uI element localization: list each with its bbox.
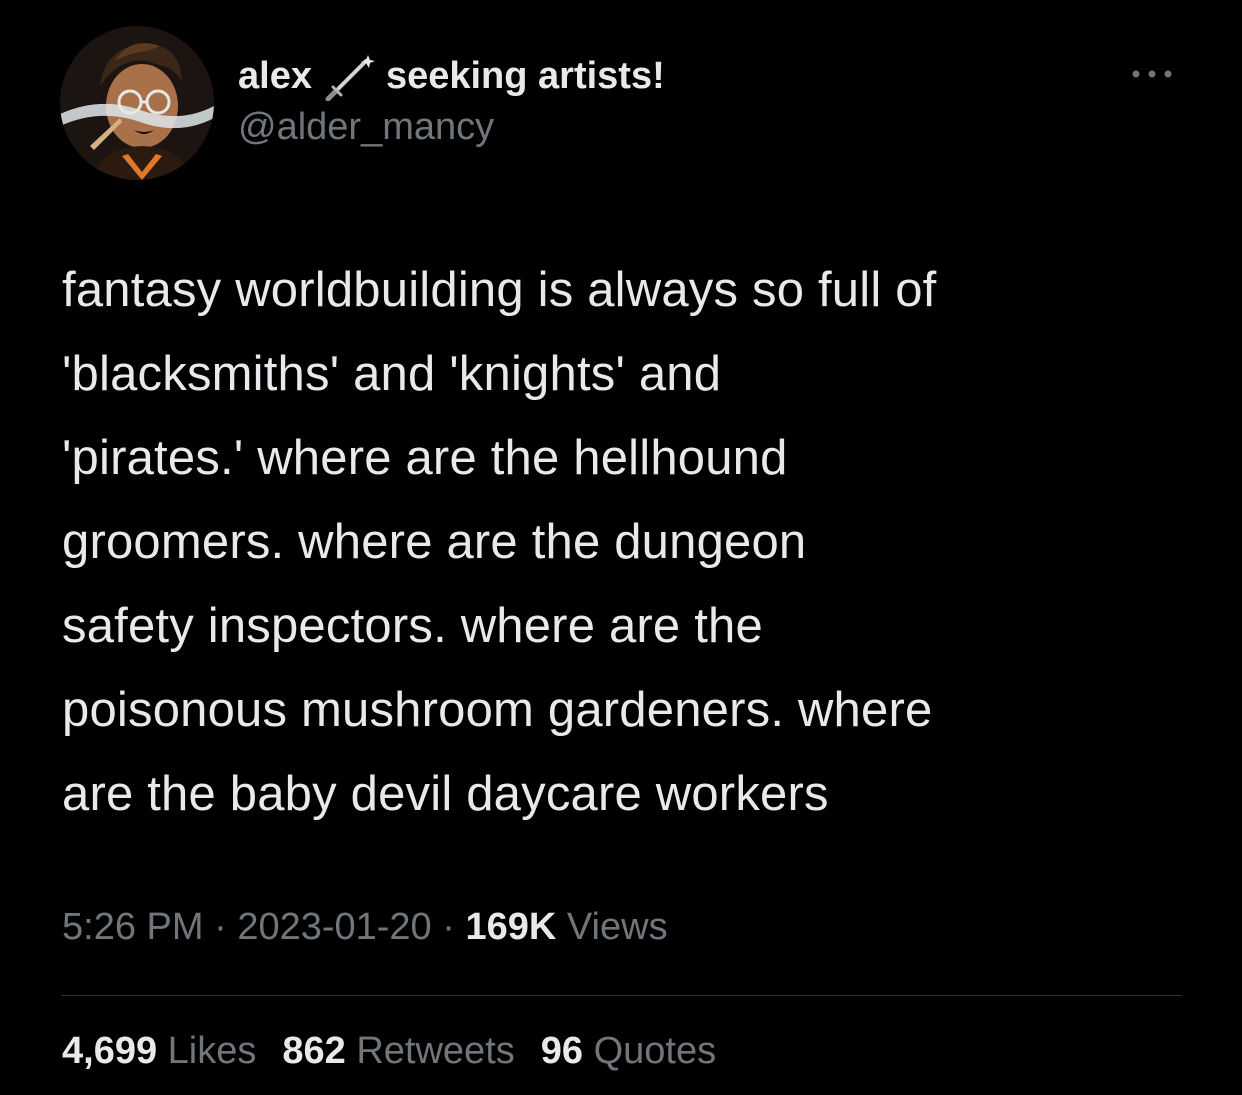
retweets-count: 862: [282, 1030, 346, 1072]
meta-separator: ·: [214, 906, 227, 948]
likes-count: 4,699: [62, 1030, 158, 1072]
tweet-text-line: groomers. where are the dungeon: [62, 515, 807, 569]
author-name-row[interactable]: alex seeking artists!: [238, 52, 665, 101]
more-options-icon[interactable]: [1128, 64, 1176, 84]
avatar-illustration: [60, 26, 214, 180]
tweet-date[interactable]: 2023-01-20: [237, 906, 431, 948]
engagement-stats: 4,699 Likes 862 Retweets 96 Quotes: [62, 1030, 716, 1073]
tweet-text-line: fantasy worldbuilding is always so full …: [62, 263, 937, 317]
author-name-suffix: seeking artists!: [385, 54, 665, 97]
views-label: Views: [566, 906, 668, 948]
quotes-count: 96: [540, 1030, 584, 1072]
views-count: 169K: [465, 906, 557, 948]
retweets-label: Retweets: [356, 1030, 515, 1072]
tweet-text-line: are the baby devil daycare workers: [62, 767, 829, 821]
likes-stat[interactable]: 4,699 Likes: [62, 1030, 256, 1073]
dagger-icon: [325, 55, 375, 101]
tweet-text-line: poisonous mushroom gardeners. where: [62, 683, 933, 737]
tweet-text-line: 'pirates.' where are the hellhound: [62, 431, 788, 485]
tweet-text: fantasy worldbuilding is always so full …: [62, 248, 1212, 836]
meta-separator: ·: [442, 906, 455, 948]
quotes-stat[interactable]: 96 Quotes: [541, 1030, 716, 1073]
tweet-time[interactable]: 5:26 PM: [62, 906, 204, 948]
retweets-stat[interactable]: 862 Retweets: [282, 1030, 514, 1073]
tweet-text-line: safety inspectors. where are the: [62, 599, 763, 653]
divider: [62, 995, 1182, 996]
quotes-label: Quotes: [593, 1030, 717, 1072]
author-handle[interactable]: @alder_mancy: [238, 106, 494, 149]
avatar[interactable]: [60, 26, 214, 180]
tweet-detail: alex seeking artists! @alder_mancy fanta…: [0, 0, 1242, 1095]
author-display-name[interactable]: alex: [238, 55, 312, 98]
likes-label: Likes: [167, 1030, 257, 1072]
tweet-meta: 5:26 PM · 2023-01-20 · 169K Views: [62, 906, 668, 949]
tweet-text-line: 'blacksmiths' and 'knights' and: [62, 347, 722, 401]
